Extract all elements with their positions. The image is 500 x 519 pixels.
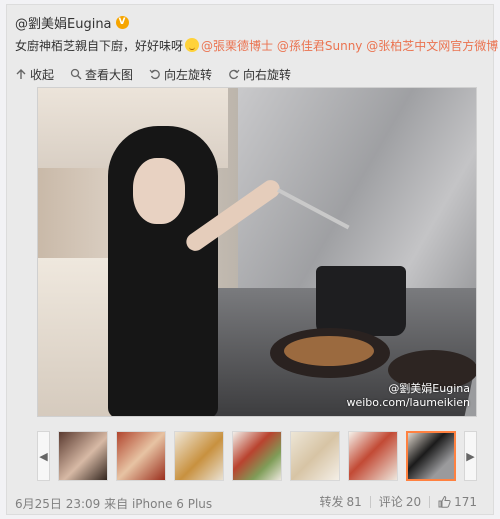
rotate-left-icon — [149, 69, 160, 80]
weibo-post-card: @劉美娟Eugina V 女廚神栢芝親自下廚，好好味呀 @張栗德博士 @孫佳君Su… — [6, 4, 498, 515]
photo-face — [133, 158, 185, 224]
watermark-handle: @劉美娟Eugina — [388, 382, 470, 395]
comment-label: 评论 — [378, 495, 403, 509]
thumbnail-strip: ◀ ▶ — [37, 427, 477, 485]
collapse-button[interactable]: 收起 — [15, 66, 54, 83]
thumbnail[interactable] — [348, 431, 398, 481]
chevron-left-icon: ◀ — [39, 449, 48, 463]
thumbnail[interactable] — [174, 431, 224, 481]
post-body: 女廚神栢芝親自下廚，好好味呀 — [15, 39, 184, 53]
post-author[interactable]: @劉美娟Eugina V — [15, 13, 129, 32]
like-button[interactable]: 171 — [430, 495, 485, 509]
zoom-icon — [70, 68, 82, 80]
repost-label: 转发 — [319, 495, 344, 509]
photo-pot — [316, 266, 406, 336]
post-meta: 6月25日 23:09 来自 iPhone 6 Plus — [15, 495, 212, 512]
view-large-button[interactable]: 查看大图 — [70, 66, 133, 83]
collapse-icon — [16, 69, 26, 79]
like-count: 171 — [454, 494, 477, 509]
mention-link[interactable]: @孫佳君Sunny — [277, 39, 363, 53]
rotate-right-label: 向右旋转 — [243, 67, 292, 82]
rotate-left-label: 向左旋转 — [164, 67, 213, 82]
post-actions: 转发 81 评论 20 171 — [312, 493, 486, 510]
smiley-emoji-icon — [185, 38, 200, 52]
comment-count: 20 — [405, 494, 422, 509]
author-name[interactable]: @劉美娟Eugina — [15, 13, 112, 32]
rotate-left-button[interactable]: 向左旋转 — [149, 66, 212, 83]
thumbnail[interactable] — [232, 431, 282, 481]
view-large-label: 查看大图 — [85, 67, 134, 82]
mention-link[interactable]: @張栗德博士 — [201, 39, 273, 53]
repost-button[interactable]: 转发 81 — [312, 493, 370, 510]
post-timestamp[interactable]: 6月25日 23:09 — [15, 497, 100, 511]
comment-button[interactable]: 评论 20 — [371, 493, 429, 510]
thumbnail-list — [58, 431, 456, 481]
thumbnail[interactable] — [58, 431, 108, 481]
collapse-label: 收起 — [30, 67, 55, 82]
post-source: 来自 iPhone 6 Plus — [104, 497, 213, 511]
post-photo[interactable]: @劉美娟Eugina weibo.com/laumeikien — [37, 87, 477, 417]
thumb-prev-button[interactable]: ◀ — [37, 431, 50, 481]
photo-watermark: @劉美娟Eugina weibo.com/laumeikien — [346, 382, 470, 410]
rotate-right-icon — [229, 69, 240, 80]
verified-badge-icon: V — [115, 15, 129, 29]
post-text: 女廚神栢芝親自下廚，好好味呀 @張栗德博士 @孫佳君Sunny @张柏芝中文网官方… — [15, 37, 498, 55]
thumbnail-active[interactable] — [406, 431, 456, 481]
mention-link[interactable]: @张柏芝中文网官方微博 — [366, 39, 498, 53]
thumbnail[interactable] — [116, 431, 166, 481]
watermark-url: weibo.com/laumeikien — [346, 396, 470, 409]
repost-count: 81 — [346, 494, 362, 509]
thumbs-up-icon — [438, 495, 451, 508]
chevron-right-icon: ▶ — [466, 449, 475, 463]
thumbnail[interactable] — [290, 431, 340, 481]
photo-food — [284, 336, 374, 366]
thumb-next-button[interactable]: ▶ — [464, 431, 477, 481]
image-toolbar: 收起 查看大图 向左旋转 向右旋转 — [15, 65, 291, 83]
rotate-right-button[interactable]: 向右旋转 — [228, 66, 291, 83]
